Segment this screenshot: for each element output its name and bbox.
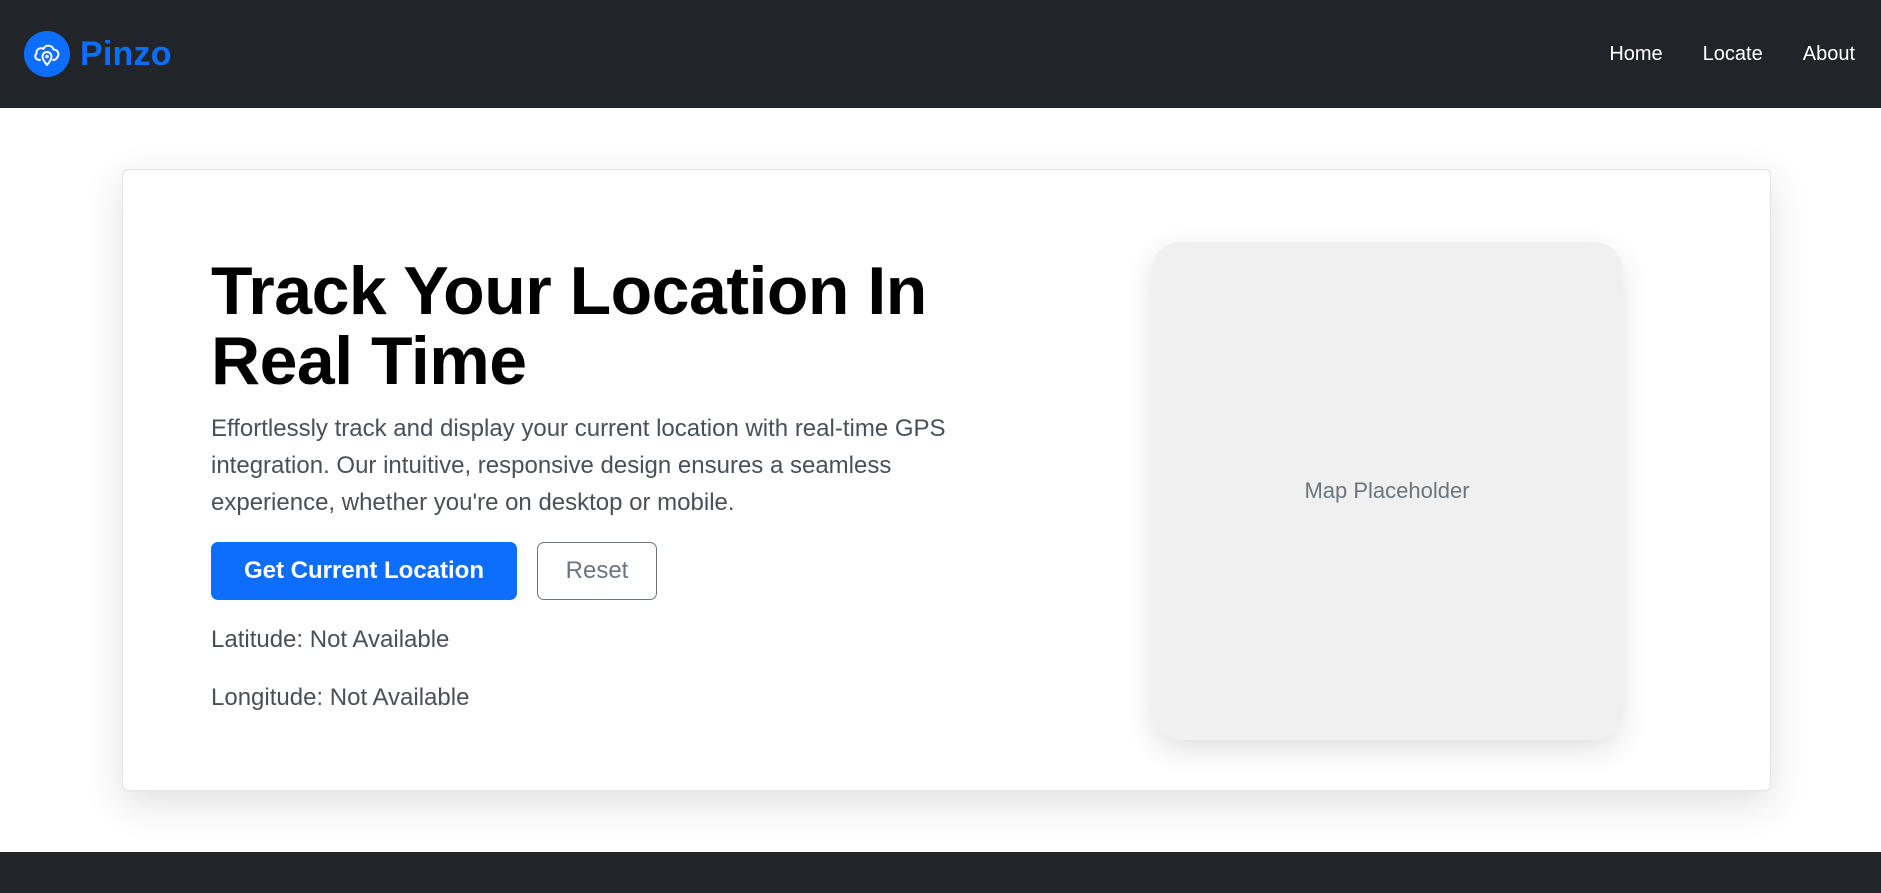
cloud-location-pin-icon xyxy=(24,31,70,77)
map-placeholder: Map Placeholder xyxy=(1152,242,1622,740)
nav-link-about[interactable]: About xyxy=(1803,43,1855,66)
hero-card: Track Your Location In Real Time Effortl… xyxy=(122,169,1771,791)
button-group: Get Current Location Reset xyxy=(211,542,1031,600)
map-placeholder-label: Map Placeholder xyxy=(1304,478,1470,503)
navbar: Pinzo Home Locate About xyxy=(0,0,1881,108)
get-current-location-button[interactable]: Get Current Location xyxy=(211,542,517,600)
footer xyxy=(0,852,1881,893)
hero-content: Track Your Location In Real Time Effortl… xyxy=(211,256,1031,712)
hero-description: Effortlessly track and display your curr… xyxy=(211,415,946,516)
longitude-text: Longitude: Not Available xyxy=(211,684,470,711)
brand-link[interactable]: Pinzo xyxy=(24,31,172,77)
brand-name: Pinzo xyxy=(80,34,172,73)
nav-link-locate[interactable]: Locate xyxy=(1703,43,1763,66)
nav-link-home[interactable]: Home xyxy=(1609,43,1662,66)
reset-button[interactable]: Reset xyxy=(537,542,657,600)
hero-title: Track Your Location In Real Time xyxy=(211,253,927,399)
latitude-text: Latitude: Not Available xyxy=(211,626,450,653)
nav-links: Home Locate About xyxy=(1609,43,1855,66)
